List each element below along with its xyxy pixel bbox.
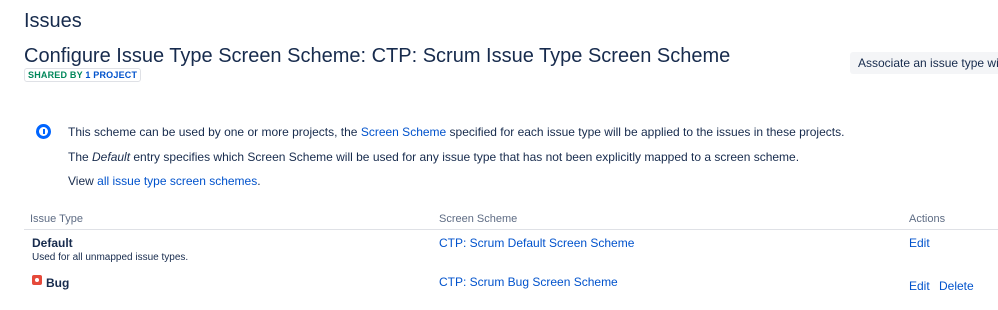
column-header-issue-type: Issue Type — [30, 213, 83, 225]
info-line-2-default: Default — [92, 150, 131, 164]
row-default-screen-scheme-link[interactable]: CTP: Scrum Default Screen Scheme — [439, 236, 634, 250]
table-header-divider — [24, 229, 998, 230]
shared-by-badge[interactable]: SHARED BY 1 PROJECT — [24, 68, 142, 82]
row-bug-screen-scheme-link[interactable]: CTP: Scrum Bug Screen Scheme — [439, 275, 618, 289]
row-bug-edit-link[interactable]: Edit — [909, 279, 930, 293]
info-line-1: This scheme can be used by one or more p… — [68, 125, 844, 139]
info-line-3: View all issue type screen schemes. — [68, 174, 261, 188]
row-default-description: Used for all unmapped issue types. — [32, 252, 189, 263]
column-header-screen-scheme: Screen Scheme — [439, 213, 518, 225]
row-default-issue-type: Default — [32, 236, 73, 250]
bug-icon — [32, 275, 42, 285]
info-line-3-text-a: View — [68, 174, 98, 188]
column-header-actions: Actions — [909, 213, 946, 225]
info-line-1-text-a: This scheme can be used by one or more p… — [68, 125, 361, 139]
row-bug-issue-type: Bug — [46, 276, 70, 290]
shared-projects-link[interactable]: 1 PROJECT — [85, 70, 137, 80]
info-line-1-text-b: specified for each issue type will be ap… — [446, 125, 845, 139]
associate-issue-type-button[interactable]: Associate an issue type with a — [850, 52, 998, 74]
info-line-2-text-a: The — [68, 150, 93, 164]
info-line-2-text-b: entry specifies which Screen Scheme will… — [130, 150, 800, 164]
screen-scheme-link[interactable]: Screen Scheme — [361, 125, 446, 139]
row-bug-delete-link[interactable]: Delete — [939, 279, 974, 293]
all-issue-type-screen-schemes-link[interactable]: all issue type screen schemes — [97, 174, 257, 188]
info-line-3-text-b: . — [257, 174, 261, 188]
shared-by-label: SHARED BY — [28, 70, 83, 80]
row-default-edit-link[interactable]: Edit — [909, 236, 930, 250]
info-line-2: The Default entry specifies which Screen… — [68, 150, 799, 164]
info-icon — [36, 124, 51, 139]
page-heading: Issues — [24, 10, 82, 32]
scheme-title: Configure Issue Type Screen Scheme: CTP:… — [24, 45, 731, 67]
